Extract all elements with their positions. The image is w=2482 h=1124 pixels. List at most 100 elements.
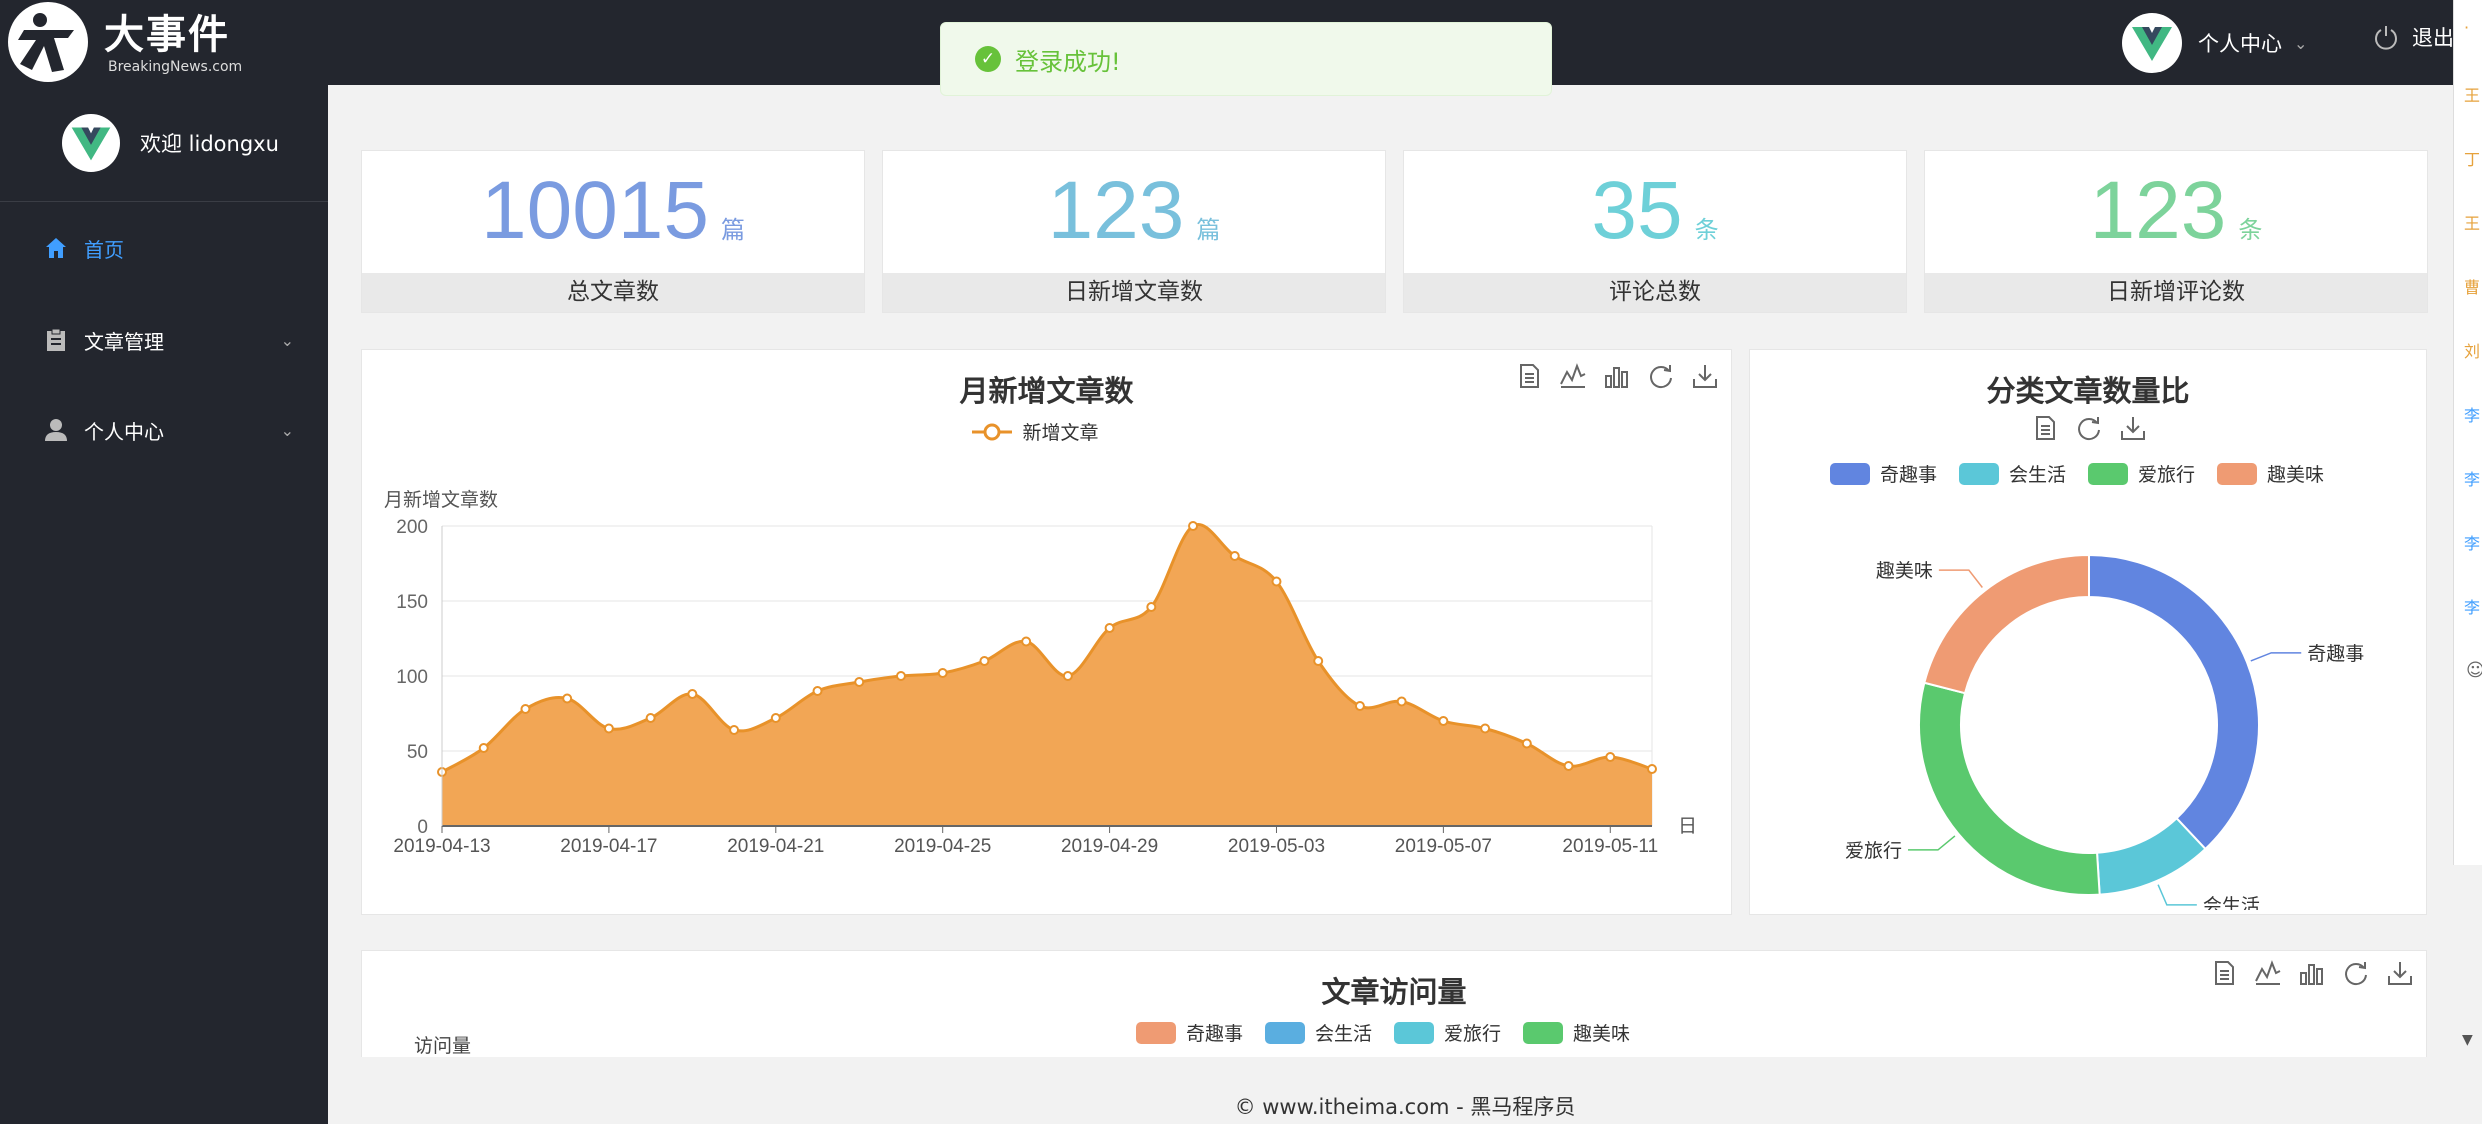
legend-label: 爱旅行 [2138,464,2196,486]
download-icon[interactable] [1691,362,1719,390]
data-point [1271,576,1282,587]
stat-card-total-comments: 35 条 评论总数 [1403,150,1907,313]
sidebar-item-home[interactable]: 首页 [0,218,328,278]
legend-swatch [1958,462,1999,485]
legend-swatch [1829,462,1870,485]
stat-card-total-articles: 10015 篇 总文章数 [361,150,865,313]
legend-item[interactable]: 趣美味 [2217,460,2324,487]
visits-legend: 奇趣事 会生活 爱旅行 趣美味 [362,1019,2426,1046]
label-leader-line [2250,652,2302,662]
legend-swatch [2217,462,2258,485]
stat-unit: 篇 [1196,217,1221,244]
data-point [478,743,489,753]
peek-link[interactable]: 李 [2464,594,2480,618]
clipboard-icon [42,326,70,354]
toast-message: 登录成功! [1015,47,1121,76]
logo-mark-icon [8,2,88,82]
data-point [1021,636,1032,647]
line-chart-icon[interactable] [2254,959,2282,987]
emoji-icon[interactable]: ☺ [2466,660,2482,681]
bar-chart-icon[interactable] [2298,959,2326,987]
y-tick-label: 150 [396,592,428,613]
data-point [1480,723,1491,734]
data-view-icon[interactable] [1515,362,1543,390]
legend-item[interactable]: 会生活 [1264,1019,1372,1046]
line-chart-icon[interactable] [1559,362,1587,390]
peek-row: 刘 [2464,342,2481,361]
refresh-icon[interactable] [2075,414,2103,442]
data-point [645,713,656,723]
legend-item[interactable]: 会生活 [1958,460,2066,487]
home-icon [42,234,70,262]
x-tick-label: 2019-05-03 [1228,836,1325,857]
legend-item[interactable]: 爱旅行 [1394,1019,1501,1046]
data-point [895,671,906,681]
peek-row: · [2464,18,2470,37]
power-icon [2375,26,2397,50]
data-point [1647,764,1657,774]
legend-swatch [1394,1021,1434,1044]
footer-text: © www.itheima.com - 黑马程序员 [1234,1095,1576,1119]
data-point [1062,671,1073,681]
x-tick-label: 2019-04-17 [560,836,657,857]
footer: © www.itheima.com - 黑马程序员 [328,1057,2482,1124]
logo-subtitle: BreakingNews.com [108,58,243,75]
stat-label: 日新增文章数 [883,273,1385,312]
data-point [854,677,865,687]
slice-label: 趣美味 [1876,560,1933,582]
sidebar-item-label: 个人中心 [84,419,164,444]
legend-item[interactable]: 奇趣事 [1829,460,1937,487]
donut-slice [1918,681,2101,896]
monthly-articles-chart-panel: 月新增文章数 新增文章 0 50 100 150 200 月新增文章数 2019-04-13… [361,349,1732,915]
logout-button[interactable]: 退出 [2372,22,2454,52]
legend-item[interactable]: 爱旅行 [2088,460,2195,487]
stat-label: 日新增评论数 [1925,273,2427,312]
data-point [520,704,531,714]
chart-toolbox [1515,362,1719,390]
refresh-icon[interactable] [2342,959,2370,987]
vue-logo-icon [71,127,111,161]
peek-row: 王 [2464,86,2481,105]
y-tick-label: 200 [396,517,428,538]
legend-label: 趣美味 [1573,1023,1631,1045]
chevron-down-icon: ⌄ [280,330,294,350]
peek-link[interactable]: 李 [2464,530,2480,554]
x-tick-label: 2019-04-21 [727,836,824,857]
peek-link[interactable]: 李 [2464,466,2480,490]
peek-link[interactable]: 李 [2464,402,2480,426]
stat-value-wrap: 35 条 [1404,165,1906,277]
sidebar-item-articles[interactable]: 文章管理 ⌄ [0,310,328,370]
stat-value: 123 [2089,165,2227,256]
legend-item[interactable]: 奇趣事 [1135,1019,1243,1046]
peek-row: 丁 [2464,150,2481,169]
peek-row: 王 [2464,214,2481,233]
label-leader-line [1907,835,1956,851]
scroll-down-arrow-icon[interactable]: ▼ [2462,1032,2473,1048]
data-point [770,713,781,723]
download-icon[interactable] [2119,414,2147,442]
data-view-icon[interactable] [2210,959,2238,987]
data-point [937,668,948,678]
x-tick-label: 2019-04-13 [393,836,490,857]
data-point [1521,738,1532,749]
stat-card-daily-comments: 123 条 日新增评论数 [1924,150,2428,313]
stat-unit: 条 [1694,217,1719,244]
download-icon[interactable] [2386,959,2414,987]
legend-label: 奇趣事 [1185,1023,1243,1045]
user-menu[interactable]: 个人中心 ⌄ [2122,8,2307,78]
data-view-icon[interactable] [2031,414,2059,442]
legend-label: 会生活 [2008,464,2066,486]
data-point [729,725,740,735]
chevron-down-icon: ⌄ [2294,33,2308,53]
legend-swatch [1135,1021,1176,1044]
side-chat-panel[interactable]: · 王 丁 王 曹 刘 李 李 李 李 ☺ [2453,0,2482,865]
logo[interactable]: 大事件 BreakingNews.com [4,0,254,85]
bar-chart-icon[interactable] [1603,362,1631,390]
logo-title: 大事件 [104,10,230,58]
legend-label: 会生活 [1314,1023,1372,1045]
legend-item[interactable]: 趣美味 [1523,1019,1630,1046]
data-point [603,723,614,734]
sidebar-item-label: 文章管理 [84,329,164,354]
refresh-icon[interactable] [1647,362,1675,390]
sidebar-item-profile[interactable]: 个人中心 ⌄ [0,400,328,460]
